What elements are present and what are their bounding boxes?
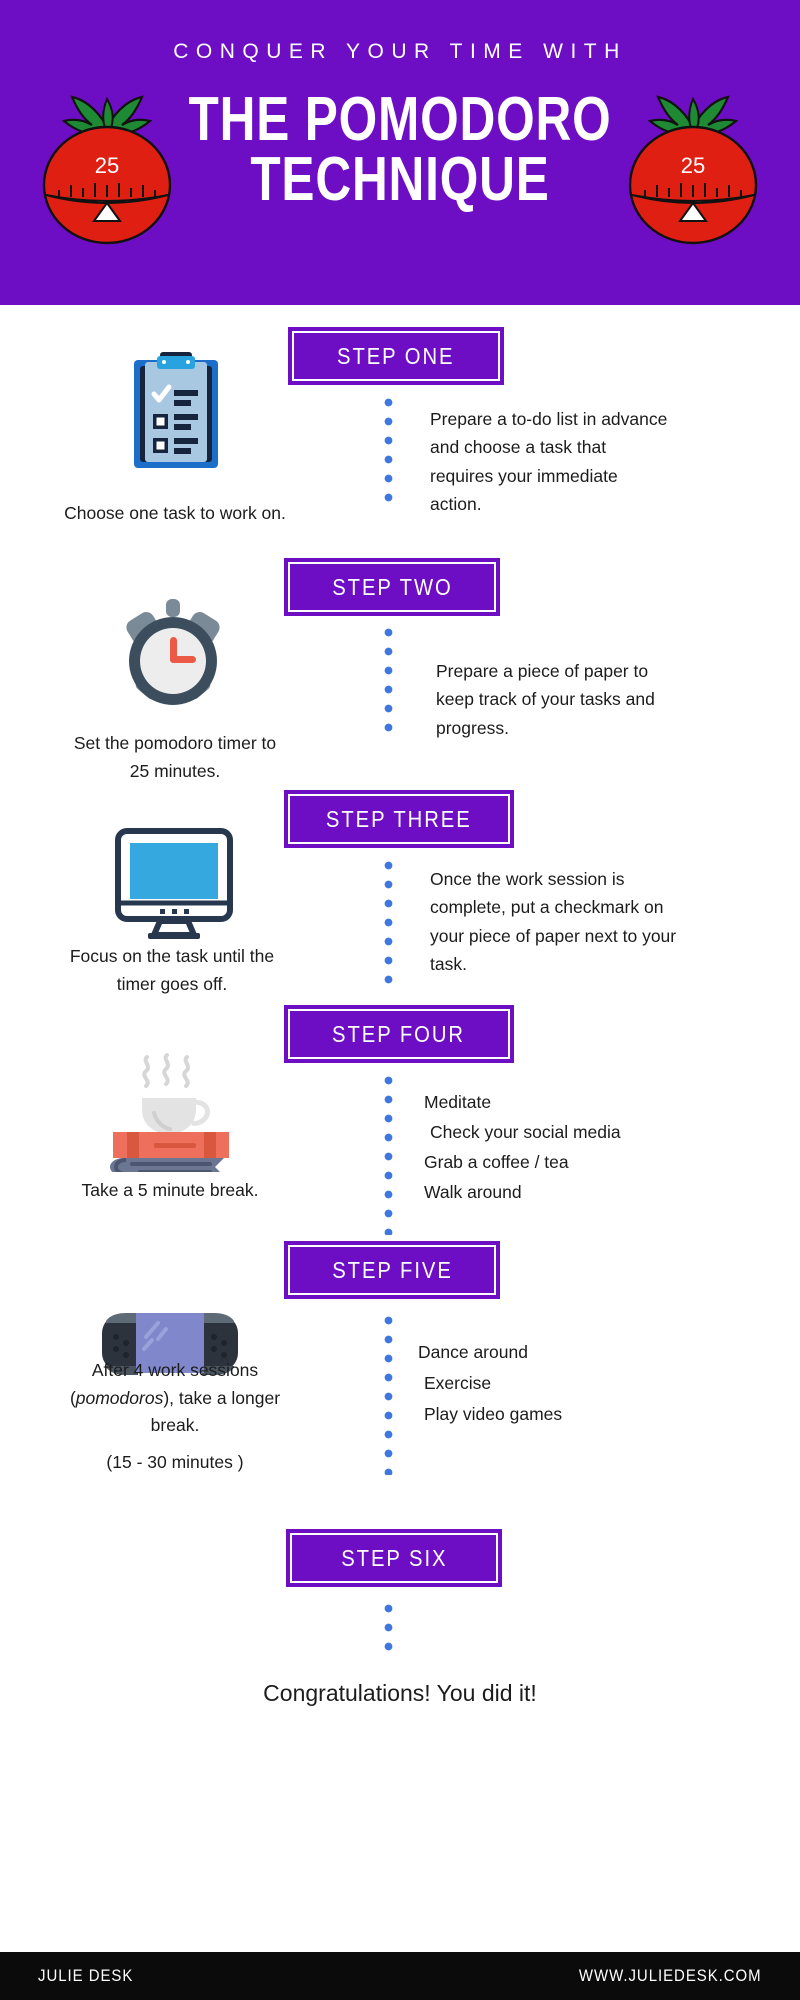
dotted-connector-3 (384, 860, 393, 990)
pomodoros-italic: pomodoros (75, 1387, 164, 1408)
step-badge-two-label: STEP TWO (331, 573, 453, 600)
step-three-caption-line-2: timer goes off. (116, 973, 228, 994)
footer-bar: JULIE DESK WWW.JULIEDESK.COM (0, 1952, 800, 2000)
step-three-caption: Focus on the task until the timer goes o… (4, 943, 340, 998)
step-five-caption-line-3: break. (150, 1415, 200, 1436)
dotted-connector-6 (384, 1603, 393, 1661)
header-banner: CONQUER YOUR TIME WITH THE POMODORO TECH… (0, 0, 800, 305)
step-five-caption: After 4 work sessions (pomodoros), take … (10, 1357, 340, 1477)
step-four-list: Meditate Check your social media Grab a … (424, 1087, 684, 1207)
list-item: Play video games (424, 1404, 563, 1425)
step-one-caption: Choose one task to work on. (64, 503, 286, 523)
page-title-line-1: THE POMODORO (188, 85, 612, 154)
dotted-connector-2 (384, 627, 393, 741)
desktop-monitor-icon (110, 825, 238, 948)
header-kicker: CONQUER YOUR TIME WITH (173, 40, 627, 63)
clipboard-checklist-icon (128, 350, 224, 477)
step-badge-four[interactable]: STEP FOUR (284, 1005, 514, 1063)
paren-close: ), take a longer (163, 1387, 281, 1408)
step-badge-five[interactable]: STEP FIVE (284, 1241, 500, 1299)
step-two-detail: Prepare a piece of paper to keep track o… (436, 661, 655, 738)
step-badge-one[interactable]: STEP ONE (288, 327, 504, 385)
step-badge-three-label: STEP THREE (326, 805, 472, 832)
step-three-detail: Once the work session is complete, put a… (430, 869, 677, 975)
step-badge-three[interactable]: STEP THREE (284, 790, 514, 848)
step-two-caption-line-2: 25 minutes. (129, 760, 221, 781)
list-item: Walk around (424, 1182, 522, 1203)
step-five-caption-line-2: (pomodoros), take a longer (10, 1385, 340, 1413)
list-item: Exercise (424, 1373, 492, 1394)
tomato-timer-right-icon: 25 (618, 85, 768, 245)
step-five-caption-line-1: After 4 work sessions (91, 1360, 259, 1380)
dotted-connector-5 (384, 1315, 393, 1475)
list-item: Meditate (424, 1092, 492, 1112)
step-one-detail: Prepare a to-do list in advance and choo… (430, 409, 668, 515)
finale-message: Congratulations! You did it! (263, 1680, 537, 1706)
step-two-caption-line-1: Set the pomodoro timer to (73, 733, 277, 753)
step-badge-four-label: STEP FOUR (332, 1020, 466, 1047)
dotted-connector-1 (384, 397, 393, 511)
steps-canvas: STEP ONE Prepare a to-do list in advance… (0, 305, 800, 1945)
step-badge-one-label: STEP ONE (337, 342, 455, 369)
dotted-connector-4 (384, 1075, 393, 1235)
tomato-timer-left-icon: 25 (32, 85, 182, 245)
step-badge-six-label: STEP SIX (340, 1544, 448, 1571)
step-four-caption: Take a 5 minute break. (81, 1180, 259, 1200)
tomato-left-minutes: 25 (95, 153, 119, 178)
step-five-list: Dance around Exercise Play video games (418, 1337, 678, 1430)
step-five-caption-line-4: (15 - 30 minutes ) (106, 1451, 244, 1472)
step-two-caption: Set the pomodoro timer to 25 minutes. (10, 730, 340, 785)
step-badge-six[interactable]: STEP SIX (286, 1529, 502, 1587)
list-item: Dance around (418, 1342, 528, 1362)
step-badge-two[interactable]: STEP TWO (284, 558, 500, 616)
coffee-on-books-icon (96, 1050, 246, 1177)
list-item: Grab a coffee / tea (424, 1152, 569, 1173)
footer-brand: JULIE DESK (38, 1966, 134, 1985)
tomato-right-minutes: 25 (681, 153, 705, 178)
footer-url[interactable]: WWW.JULIEDESK.COM (579, 1966, 762, 1986)
step-badge-five-label: STEP FIVE (331, 1256, 453, 1283)
list-item: Check your social media (430, 1122, 621, 1143)
alarm-clock-icon (112, 595, 234, 720)
step-three-caption-line-1: Focus on the task until the (69, 946, 275, 966)
